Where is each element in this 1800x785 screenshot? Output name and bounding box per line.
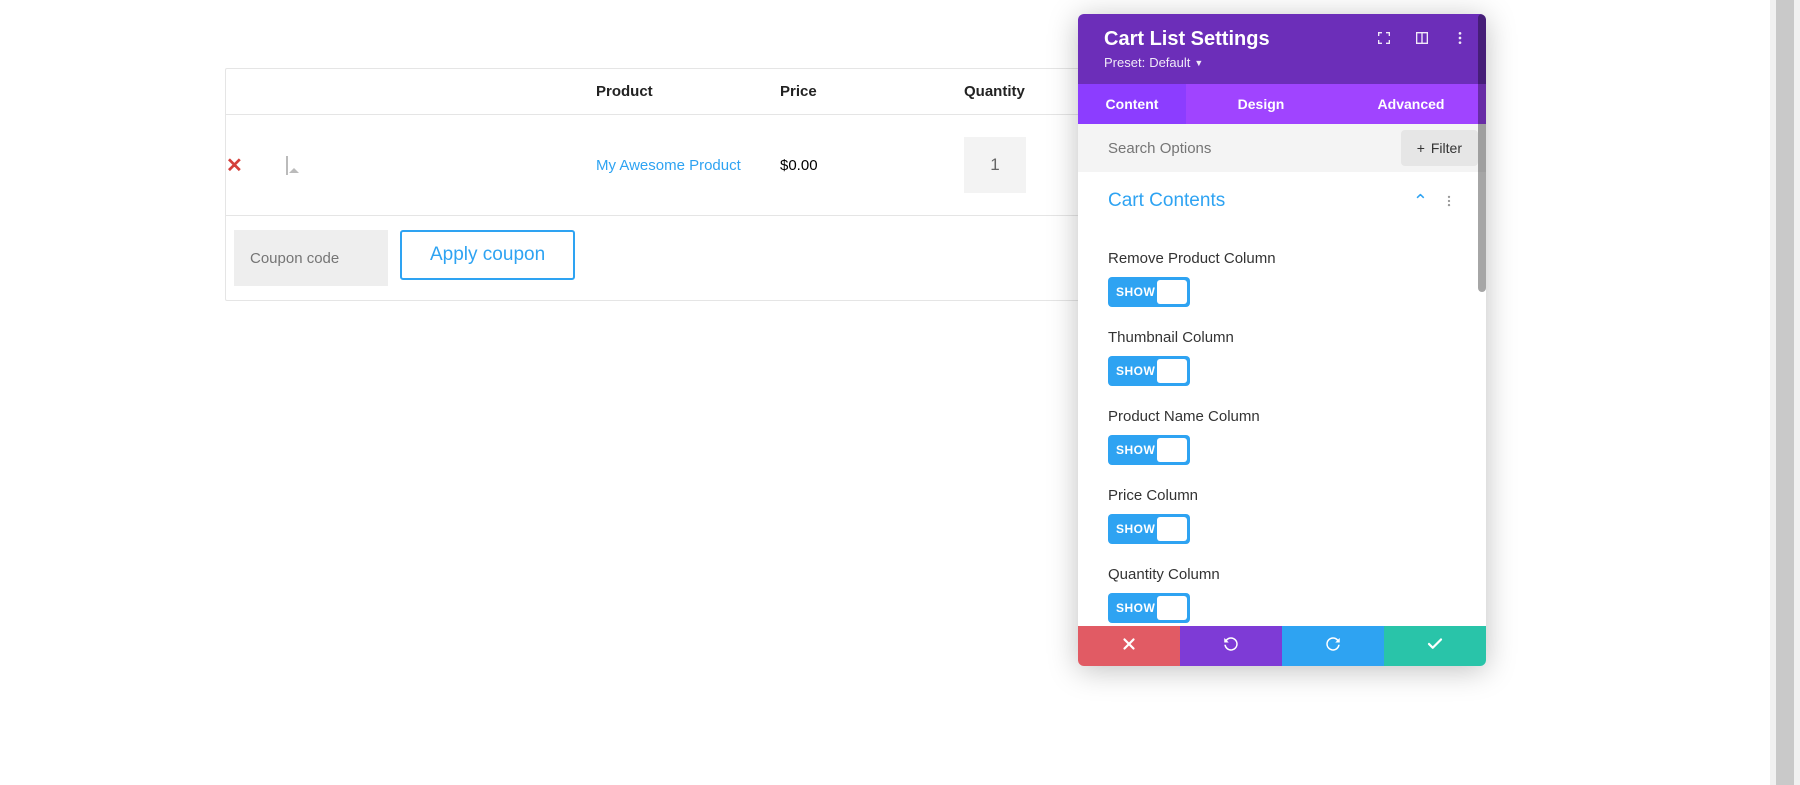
toggle-quantity-column[interactable]: SHOW bbox=[1108, 593, 1190, 623]
toggle-product-name-column[interactable]: SHOW bbox=[1108, 435, 1190, 465]
section-header[interactable]: Cart Contents ⌃ bbox=[1078, 172, 1486, 218]
preset-selector[interactable]: Preset: Default ▼ bbox=[1104, 55, 1203, 70]
plus-icon: + bbox=[1417, 140, 1425, 156]
toggle-state: SHOW bbox=[1108, 364, 1155, 378]
expand-icon[interactable] bbox=[1376, 30, 1392, 51]
cancel-button[interactable] bbox=[1078, 626, 1180, 666]
option-thumbnail-column: Thumbnail Column SHOW bbox=[1108, 329, 1456, 386]
option-label: Product Name Column bbox=[1108, 408, 1456, 425]
preset-value: Default bbox=[1149, 55, 1190, 70]
toggle-knob bbox=[1157, 280, 1187, 304]
panel-header: Cart List Settings Preset: Default ▼ bbox=[1078, 14, 1486, 84]
page-scrollbar[interactable] bbox=[1770, 0, 1800, 785]
toggle-knob bbox=[1157, 359, 1187, 383]
toggle-state: SHOW bbox=[1108, 443, 1155, 457]
option-remove-product-column: Remove Product Column SHOW bbox=[1108, 250, 1456, 307]
col-header-product: Product bbox=[596, 69, 780, 114]
tab-advanced[interactable]: Advanced bbox=[1336, 84, 1486, 124]
toggle-state: SHOW bbox=[1108, 285, 1155, 299]
search-row: + Filter bbox=[1078, 124, 1486, 172]
toggle-state: SHOW bbox=[1108, 522, 1155, 536]
save-button[interactable] bbox=[1384, 626, 1486, 666]
redo-icon bbox=[1324, 635, 1342, 658]
toggle-knob bbox=[1157, 596, 1187, 620]
redo-button[interactable] bbox=[1282, 626, 1384, 666]
caret-down-icon: ▼ bbox=[1194, 58, 1203, 68]
close-icon bbox=[1120, 635, 1138, 658]
undo-button[interactable] bbox=[1180, 626, 1282, 666]
col-header-price: Price bbox=[780, 69, 964, 114]
toggle-knob bbox=[1157, 517, 1187, 541]
options-list: Remove Product Column SHOW Thumbnail Col… bbox=[1078, 218, 1486, 629]
option-label: Thumbnail Column bbox=[1108, 329, 1456, 346]
apply-coupon-button[interactable]: Apply coupon bbox=[400, 230, 575, 280]
option-label: Price Column bbox=[1108, 487, 1456, 504]
option-label: Remove Product Column bbox=[1108, 250, 1456, 267]
toggle-state: SHOW bbox=[1108, 601, 1155, 615]
coupon-code-input[interactable] bbox=[234, 230, 388, 286]
panel-footer bbox=[1078, 626, 1486, 666]
undo-icon bbox=[1222, 635, 1240, 658]
check-icon bbox=[1426, 635, 1444, 658]
preset-prefix: Preset: bbox=[1104, 55, 1145, 70]
layout-icon[interactable] bbox=[1414, 30, 1430, 51]
col-header-quantity: Quantity bbox=[964, 69, 1094, 114]
option-quantity-column: Quantity Column SHOW bbox=[1108, 566, 1456, 623]
remove-item-icon[interactable]: ✕ bbox=[226, 155, 243, 177]
panel-tabs: Content Design Advanced bbox=[1078, 84, 1486, 124]
panel-scrollbar[interactable] bbox=[1478, 14, 1486, 292]
tab-content[interactable]: Content bbox=[1078, 84, 1186, 124]
product-link[interactable]: My Awesome Product bbox=[596, 157, 741, 174]
chevron-up-icon[interactable]: ⌃ bbox=[1413, 191, 1428, 212]
option-price-column: Price Column SHOW bbox=[1108, 487, 1456, 544]
search-options-input[interactable] bbox=[1078, 126, 1401, 171]
toggle-thumbnail-column[interactable]: SHOW bbox=[1108, 356, 1190, 386]
tab-design[interactable]: Design bbox=[1186, 84, 1336, 124]
toggle-price-column[interactable]: SHOW bbox=[1108, 514, 1190, 544]
product-price: $0.00 bbox=[780, 135, 964, 196]
settings-panel: Cart List Settings Preset: Default ▼ Con… bbox=[1078, 14, 1486, 666]
filter-label: Filter bbox=[1431, 140, 1462, 156]
toggle-knob bbox=[1157, 438, 1187, 462]
quantity-input[interactable] bbox=[964, 137, 1026, 193]
more-vertical-icon[interactable] bbox=[1442, 194, 1456, 208]
section-title: Cart Contents bbox=[1108, 190, 1225, 212]
thumbnail-placeholder-icon bbox=[286, 156, 288, 175]
option-label: Quantity Column bbox=[1108, 566, 1456, 583]
toggle-remove-product-column[interactable]: SHOW bbox=[1108, 277, 1190, 307]
option-product-name-column: Product Name Column SHOW bbox=[1108, 408, 1456, 465]
filter-button[interactable]: + Filter bbox=[1401, 130, 1478, 166]
more-vertical-icon[interactable] bbox=[1452, 30, 1468, 51]
